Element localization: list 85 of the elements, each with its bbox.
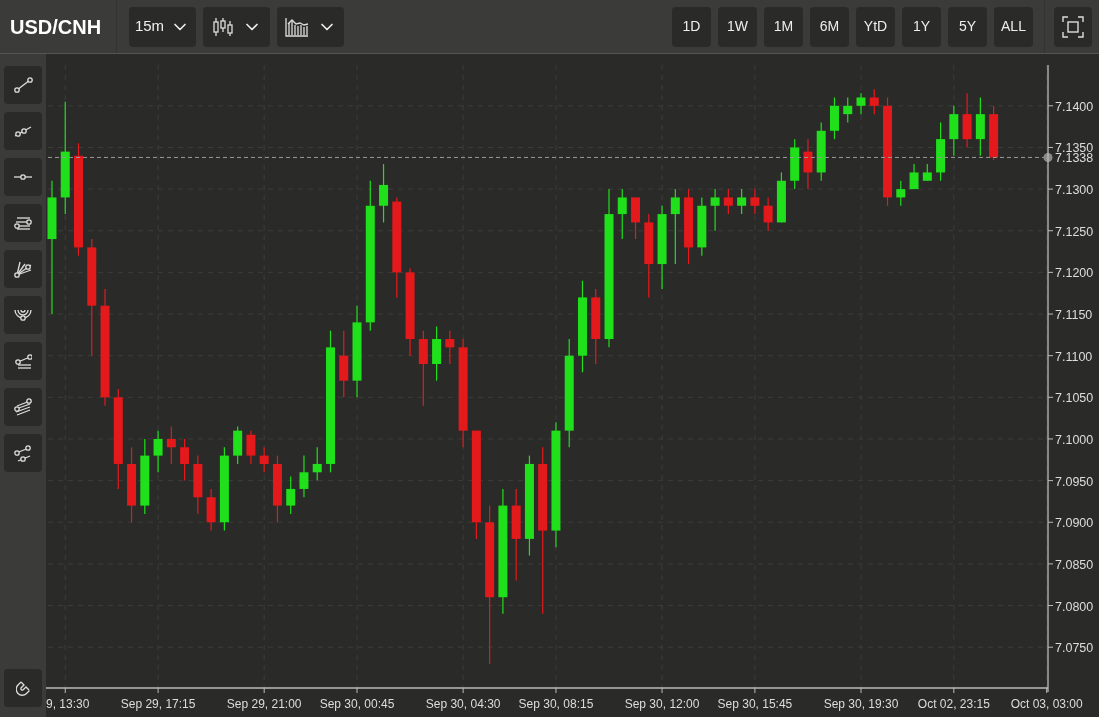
candlestick	[803, 138, 813, 190]
axis-label: Oct 02, 23:15	[917, 697, 990, 711]
axis-label: 7.0850	[1055, 557, 1094, 572]
candlestick	[312, 446, 322, 482]
candlestick	[737, 188, 747, 215]
drawing-tool-button[interactable]	[4, 434, 42, 472]
axis-label: Sep 30, 08:15	[518, 697, 594, 711]
axis-label: 7.1200	[1055, 266, 1094, 281]
fullscreen-button[interactable]	[1054, 6, 1092, 47]
interval-dropdown[interactable]: 15m	[129, 6, 196, 47]
candlestick	[153, 430, 163, 473]
candlestick	[843, 96, 853, 124]
ray-icon	[14, 125, 32, 137]
axis-label: 7.0900	[1055, 516, 1094, 531]
candlestick-icon	[211, 16, 234, 37]
candlestick	[617, 188, 627, 240]
axis-label: Sep 30, 00:45	[319, 697, 395, 711]
axis-label: Sep 30, 12:00	[624, 697, 700, 711]
axis-label: 9, 13:30	[46, 697, 90, 711]
chart-bars-icon	[284, 16, 309, 37]
parallel-lines-icon	[14, 215, 32, 231]
drawing-tool-button[interactable]	[4, 158, 42, 196]
drawing-tool-button[interactable]	[4, 296, 42, 334]
range-button[interactable]: ALL	[994, 6, 1033, 47]
axis-label: 7.0750	[1055, 641, 1094, 656]
arcs-icon	[14, 309, 32, 321]
axis-label: 7.1000	[1055, 432, 1094, 447]
range-button[interactable]: 1M	[764, 6, 803, 47]
axis-label: Oct 03, 03:00	[1010, 697, 1083, 711]
horizontal-line-icon	[13, 174, 33, 180]
axis-label: 7.1050	[1055, 391, 1094, 406]
range-button[interactable]: 5Y	[948, 6, 987, 47]
fan-lines-icon	[14, 260, 32, 278]
drawing-tool-button[interactable]	[4, 250, 42, 288]
axis-label: 7.1250	[1055, 224, 1094, 239]
candlestick	[166, 425, 176, 465]
candlestick	[856, 92, 866, 115]
candlestick	[180, 438, 190, 482]
candlestick	[869, 88, 879, 115]
range-button[interactable]: 1Y	[902, 6, 941, 47]
candlestick	[286, 475, 296, 515]
axis-label: 7.1100	[1055, 349, 1093, 364]
diagonal-lines-icon	[14, 398, 32, 416]
axis-label: Sep 29, 21:00	[226, 697, 302, 711]
drawing-tool-button[interactable]	[4, 388, 42, 426]
drawing-tool-button[interactable]	[4, 66, 42, 104]
range-button[interactable]: 6M	[810, 6, 849, 47]
axis-label: 7.1150	[1055, 308, 1093, 323]
candlestick	[299, 455, 309, 498]
candlestick	[909, 163, 919, 190]
trend-line-icon	[13, 77, 33, 93]
candlestick	[896, 180, 906, 207]
drawing-tool-button[interactable]	[4, 112, 42, 150]
axis-label: 7.1300	[1055, 183, 1094, 198]
candlestick	[246, 430, 256, 465]
candlestick	[710, 188, 720, 232]
price-marker	[1043, 152, 1053, 162]
indicators-dropdown[interactable]	[277, 6, 344, 47]
fullscreen-icon	[1062, 15, 1084, 38]
candlestick	[723, 188, 733, 215]
candlestick	[670, 188, 680, 265]
axis-label: Sep 30, 15:45	[717, 697, 793, 711]
candlestick	[379, 163, 389, 224]
price-label: 7.1338	[1055, 151, 1094, 166]
axis-label: Sep 29, 17:15	[120, 697, 196, 711]
symbol-title: USD/CNH	[10, 14, 102, 40]
axis-label: 7.1400	[1055, 99, 1094, 114]
range-button[interactable]: 1W	[718, 6, 757, 47]
channel-lines-icon	[14, 353, 32, 369]
magnet-icon	[15, 680, 31, 696]
candlestick	[763, 196, 773, 232]
candlestick	[445, 330, 455, 365]
axis-label: Sep 30, 19:30	[823, 697, 899, 711]
magnet-button[interactable]	[4, 669, 42, 707]
candlestick	[750, 188, 760, 215]
axis-label: Sep 30, 04:30	[425, 697, 501, 711]
chart-type-dropdown[interactable]	[203, 6, 270, 47]
candlestick	[259, 446, 269, 473]
range-button[interactable]: 1D	[672, 6, 711, 47]
range-button[interactable]: YtD	[856, 6, 895, 47]
drawing-tool-button[interactable]	[4, 204, 42, 242]
two-segments-icon	[14, 444, 32, 462]
axis-label: 7.0800	[1055, 599, 1094, 614]
drawing-tool-button[interactable]	[4, 342, 42, 380]
axis-label: 7.0950	[1055, 474, 1094, 489]
